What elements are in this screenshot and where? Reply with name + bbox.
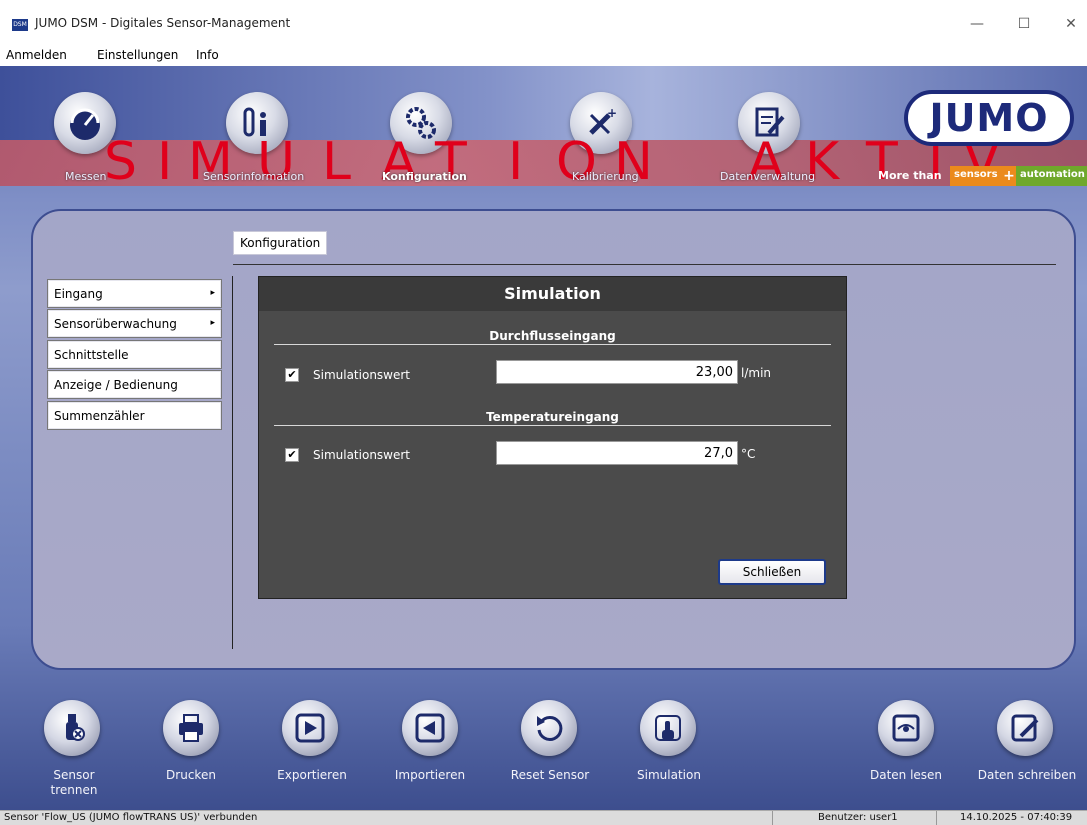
import-icon[interactable] [402, 700, 458, 756]
printer-icon[interactable] [163, 700, 219, 756]
jumo-logo-text: JUMO [929, 96, 1049, 140]
reset-icon[interactable] [521, 700, 577, 756]
menu-bar: Anmelden Einstellungen Info [0, 46, 1087, 66]
nav-sensorinformation[interactable]: Sensorinformation [203, 170, 304, 183]
sim-letter: O [556, 132, 597, 192]
status-divider [936, 811, 937, 825]
toolbar-label-daten-lesen[interactable]: Daten lesen [866, 768, 946, 782]
close-dialog-button[interactable]: Schließen [718, 559, 826, 585]
section-title-durchfluss: Durchflusseingang [489, 329, 616, 343]
status-user: Benutzer: user1 [818, 812, 898, 823]
dialog-title: Simulation [259, 277, 846, 311]
section-title-temperatur: Temperatureingang [486, 410, 619, 424]
status-datetime: 14.10.2025 - 07:40:39 [960, 812, 1073, 823]
sidebar-item-anzeige-bedienung[interactable]: Anzeige / Bedienung [47, 370, 222, 399]
close-window-button[interactable]: ✕ [1057, 12, 1085, 36]
status-divider [772, 811, 773, 825]
nav-messen[interactable]: Messen [65, 170, 106, 183]
toolbar-label-reset-sensor[interactable]: Reset Sensor [505, 768, 595, 782]
sidebar-item-label: Summenzähler [54, 409, 145, 423]
sim-letter: I [508, 132, 524, 192]
svg-text:+: + [607, 106, 617, 120]
simulation-checkbox-durchfluss[interactable]: ✔ [285, 368, 299, 382]
sim-letter: M [188, 132, 233, 192]
write-icon[interactable] [997, 700, 1053, 756]
toolbar-label-importieren[interactable]: Importieren [390, 768, 470, 782]
sim-letter: K [805, 132, 840, 192]
simulation-value-temperatur-input[interactable]: 27,0 [496, 441, 738, 465]
toolbar-label-daten-schreiben[interactable]: Daten schreiben [975, 768, 1079, 782]
usb-disconnect-icon[interactable] [44, 700, 100, 756]
simulation-value-durchfluss-input[interactable]: 23,00 [496, 360, 738, 384]
menu-info[interactable]: Info [196, 48, 219, 62]
sim-letter: L [322, 132, 351, 192]
jumo-logo: JUMO [904, 90, 1074, 146]
window-title: JUMO DSM - Digitales Sensor-Management [35, 16, 291, 30]
chevron-right-icon: ▸ [210, 288, 215, 298]
toolbar-label-exportieren[interactable]: Exportieren [272, 768, 352, 782]
slogan-automation-text: automation [1020, 169, 1085, 180]
nav-datenverwaltung[interactable]: Datenverwaltung [720, 170, 815, 183]
chevron-right-icon: ▸ [210, 318, 215, 328]
nav-konfiguration[interactable]: Konfiguration [382, 170, 467, 183]
sim-letter: I [157, 132, 173, 192]
sim-letter: U [257, 132, 296, 192]
toolbar-label-sensor-trennen[interactable]: Sensor trennen [44, 768, 104, 798]
simulation-checkbox-temperatur[interactable]: ✔ [285, 448, 299, 462]
menu-anmelden[interactable]: Anmelden [6, 48, 67, 62]
minimize-button[interactable]: — [963, 12, 991, 36]
toolbar-label-drucken[interactable]: Drucken [163, 768, 219, 782]
sidebar-divider [232, 276, 233, 649]
status-bar: Sensor 'Flow_US (JUMO flowTRANS US)' ver… [0, 810, 1087, 825]
export-icon[interactable] [282, 700, 338, 756]
sidebar-item-label: Anzeige / Bedienung [54, 378, 178, 392]
toolbar-label-simulation[interactable]: Simulation [630, 768, 708, 782]
section-divider [274, 425, 831, 426]
slogan-more-than: More than [878, 169, 942, 182]
sim-letter: T [866, 132, 898, 192]
sidebar-item-label: Schnittstelle [54, 348, 129, 362]
maximize-button[interactable]: ☐ [1010, 12, 1038, 36]
simulation-dialog: Simulation Durchflusseingang ✔ Simulatio… [258, 276, 847, 599]
slogan-sensors-text: sensors [954, 169, 998, 180]
app-icon: DSM [12, 19, 28, 31]
sim-letter: T [435, 132, 467, 192]
sidebar-item-label: Sensorüberwachung [54, 317, 177, 331]
simulation-icon[interactable] [640, 700, 696, 756]
unit-durchfluss: l/min [741, 366, 772, 380]
sidebar-item-sensorueberwachung[interactable]: Sensorüberwachung ▸ [47, 309, 222, 338]
sim-letter: S [104, 132, 138, 192]
section-divider [274, 344, 831, 345]
nav-kalibrierung[interactable]: Kalibrierung [572, 170, 639, 183]
breadcrumb-divider [233, 264, 1056, 265]
window-title-bar: DSM JUMO DSM - Digitales Sensor-Manageme… [0, 0, 1087, 46]
slogan-plus: + [1003, 168, 1015, 184]
sidebar-item-label: Eingang [54, 287, 103, 301]
slogan-automation: automation [1016, 166, 1087, 186]
simulation-label-temperatur: Simulationswert [313, 448, 411, 462]
status-message: Sensor 'Flow_US (JUMO flowTRANS US)' ver… [4, 812, 258, 823]
sim-letter: A [381, 132, 417, 192]
sim-letter: A [748, 132, 784, 192]
simulation-label-durchfluss: Simulationswert [313, 368, 411, 382]
menu-einstellungen[interactable]: Einstellungen [97, 48, 178, 62]
sidebar-item-summenzaehler[interactable]: Summenzähler [47, 401, 222, 430]
breadcrumb[interactable]: Konfiguration [233, 231, 328, 255]
sim-letter: N [614, 132, 653, 192]
sidebar-item-eingang[interactable]: Eingang ▸ [47, 279, 222, 308]
eye-icon[interactable] [878, 700, 934, 756]
unit-temperatur: °C [741, 447, 756, 461]
sidebar-item-schnittstelle[interactable]: Schnittstelle [47, 340, 222, 369]
